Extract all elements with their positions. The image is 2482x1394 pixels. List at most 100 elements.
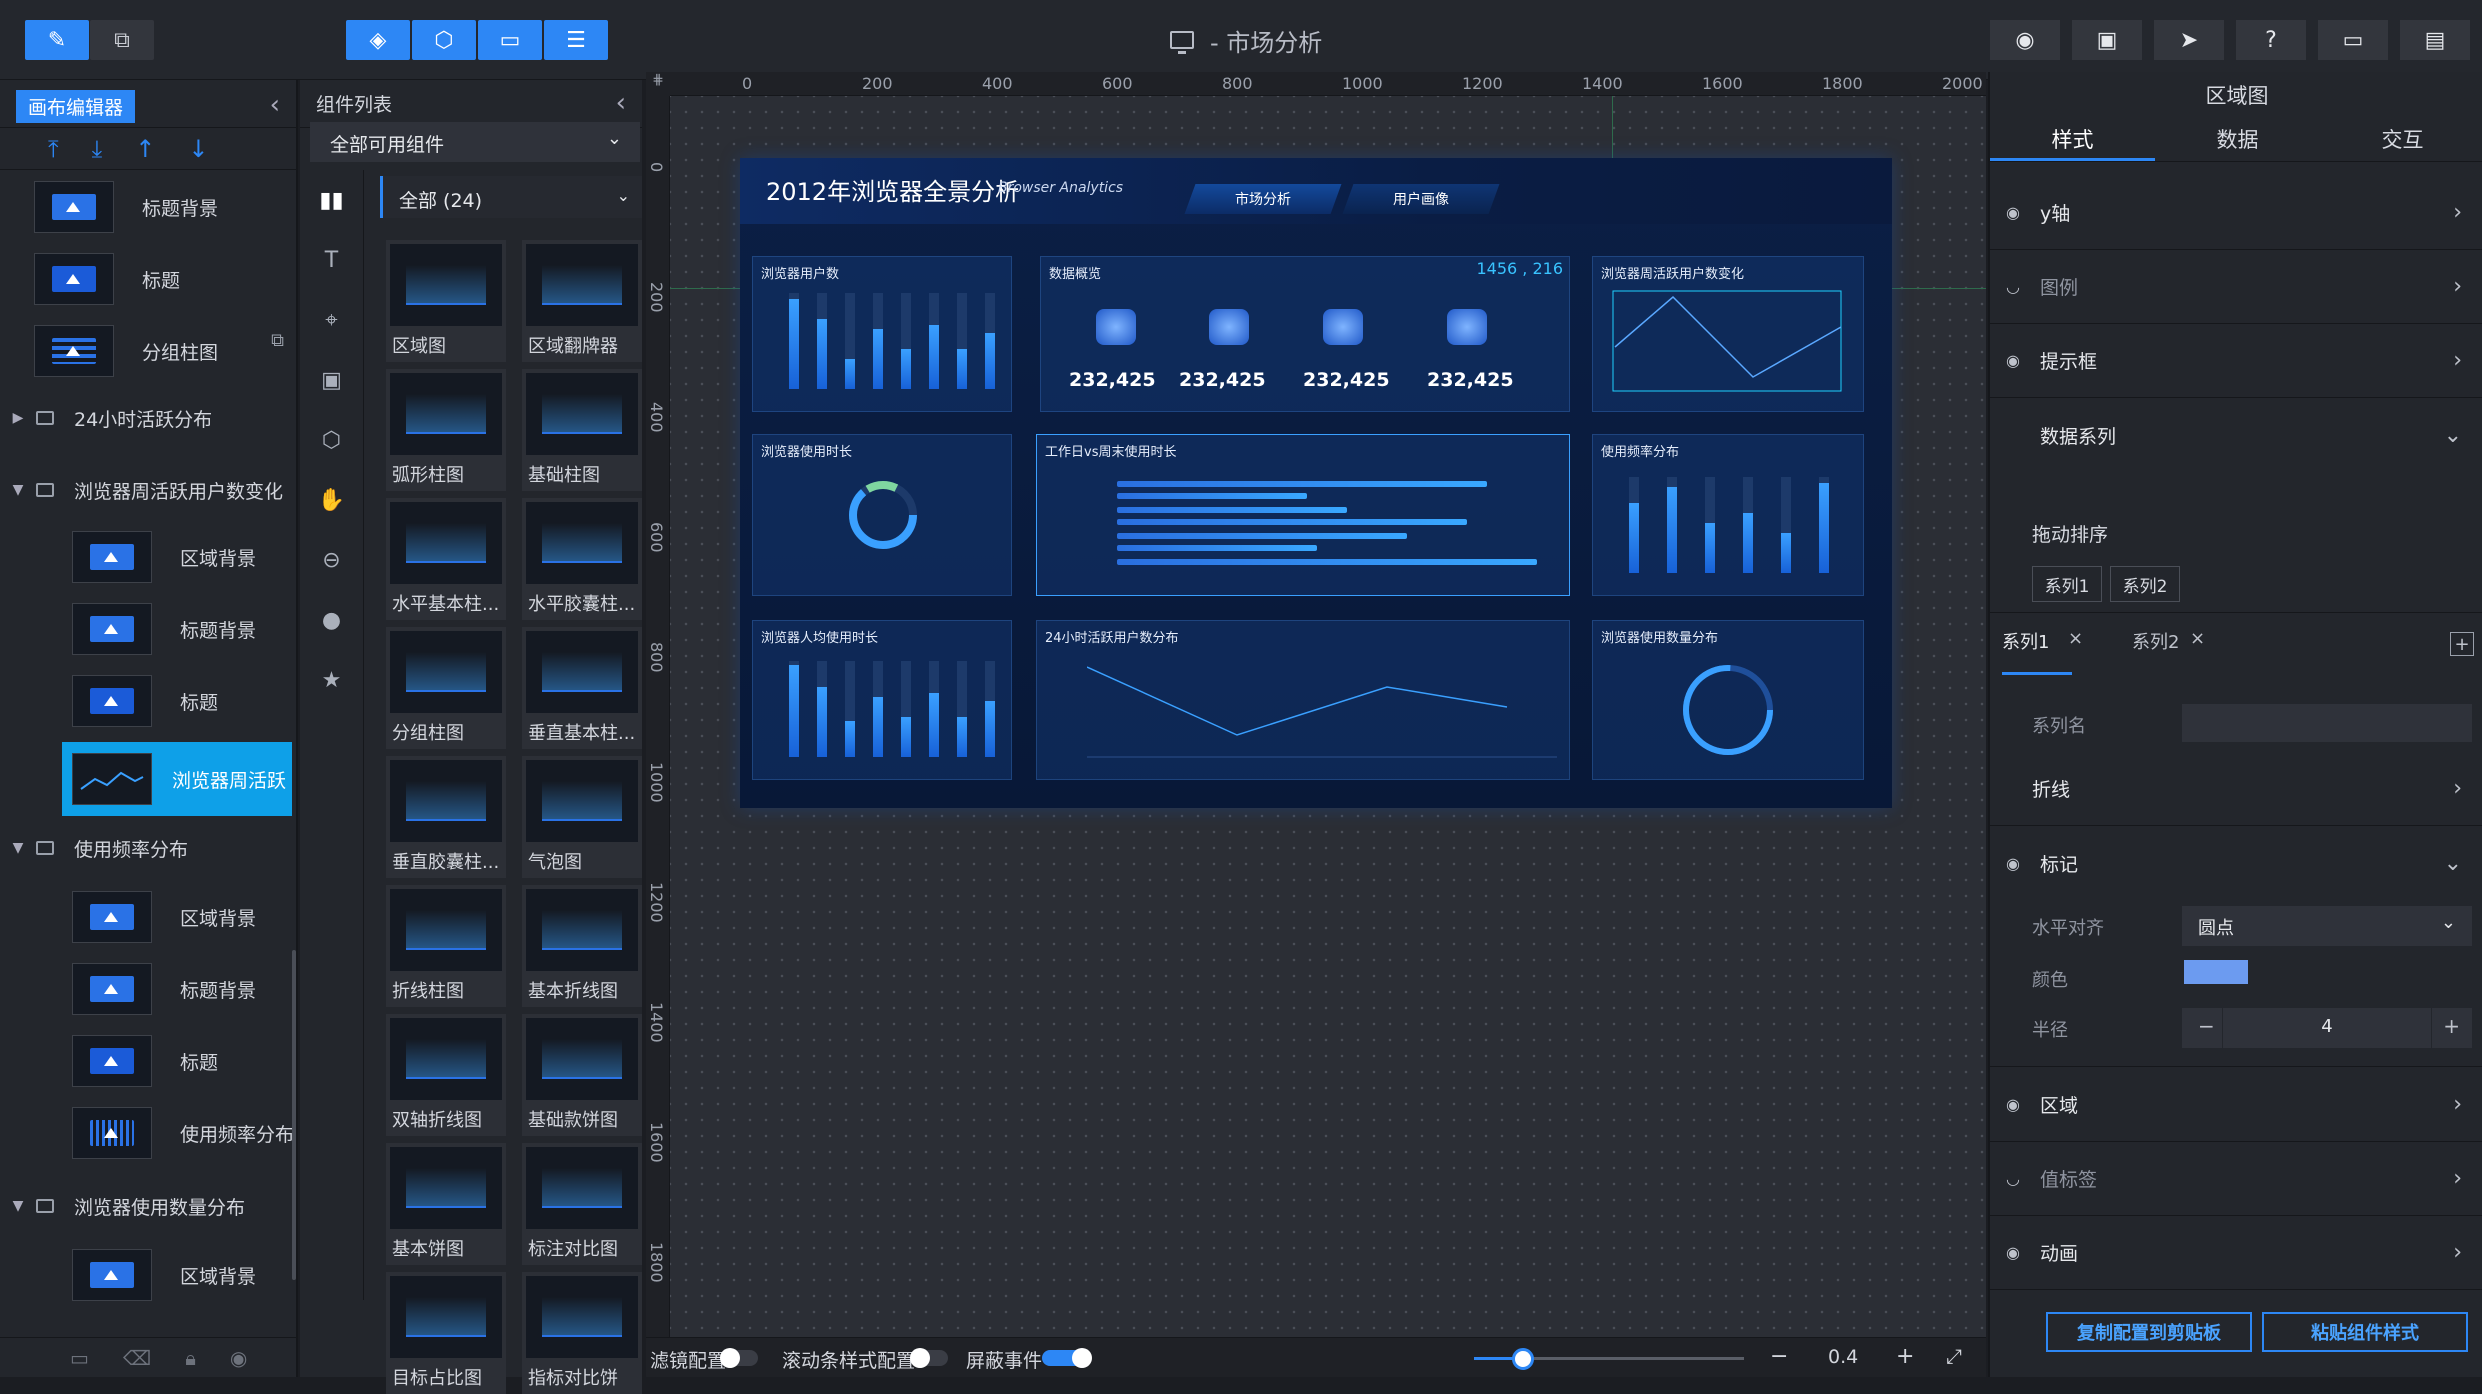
eye-icon[interactable]: ◉ bbox=[2006, 854, 2028, 873]
layer-item[interactable]: 标题 bbox=[0, 666, 296, 736]
layer-item[interactable]: 区域背景 bbox=[0, 522, 296, 592]
cube-icon[interactable]: ⬡ bbox=[412, 20, 476, 60]
layer-item[interactable]: 标题 bbox=[0, 1026, 296, 1096]
component-card[interactable]: 气泡图 bbox=[522, 756, 642, 878]
component-card[interactable]: 水平基本柱... bbox=[386, 498, 506, 620]
minus-circle-icon[interactable]: ⊖ bbox=[300, 530, 363, 590]
series-tab-1[interactable]: 系列1 bbox=[2002, 628, 2049, 654]
component-card[interactable]: 水平胶囊柱... bbox=[522, 498, 642, 620]
component-card[interactable]: 区域翻牌器 bbox=[522, 240, 642, 362]
expand-arrow-icon[interactable]: ▶ bbox=[0, 410, 36, 426]
move-top-icon[interactable]: ↑ bbox=[135, 135, 155, 163]
map-pin-icon[interactable]: ⌖ bbox=[300, 290, 363, 350]
color-swatch[interactable] bbox=[2184, 960, 2248, 984]
help-icon[interactable]: ? bbox=[2236, 20, 2306, 60]
close-icon[interactable]: × bbox=[2068, 628, 2083, 649]
series-name-input[interactable] bbox=[2182, 704, 2472, 742]
section-marker[interactable]: ◉ 标记 ⌄ bbox=[1990, 826, 2482, 900]
section-tooltip[interactable]: ◉ 提示框 › bbox=[1990, 324, 2482, 398]
component-card[interactable]: 标注对比图 bbox=[522, 1143, 642, 1265]
layer-item-selected[interactable]: 浏览器周活跃 bbox=[62, 742, 292, 816]
eye-icon[interactable]: ◉ bbox=[2006, 1243, 2028, 1262]
section-legend[interactable]: ◡ 图例 › bbox=[1990, 250, 2482, 324]
series-tab-2[interactable]: 系列2 bbox=[2132, 628, 2179, 654]
layers-icon[interactable]: ◈ bbox=[346, 20, 410, 60]
block-events-toggle[interactable] bbox=[1042, 1348, 1092, 1368]
component-card[interactable]: 区域图 bbox=[386, 240, 506, 362]
component-card[interactable]: 折线柱图 bbox=[386, 885, 506, 1007]
component-card[interactable]: 垂直胶囊柱... bbox=[386, 756, 506, 878]
tab-style[interactable]: 样式 bbox=[1990, 124, 2155, 154]
collapse-icon[interactable]: ‹ bbox=[270, 90, 280, 120]
cube-icon[interactable]: ⬡ bbox=[300, 410, 363, 470]
fit-screen-icon[interactable]: ⤢ bbox=[1946, 1344, 1962, 1368]
database-icon[interactable]: ☰ bbox=[544, 20, 608, 60]
zoom-slider-handle[interactable] bbox=[1512, 1348, 1534, 1370]
save-icon[interactable]: ▤ bbox=[2400, 20, 2470, 60]
layer-item[interactable]: 标题背景 bbox=[0, 172, 296, 242]
component-card[interactable]: 基本折线图 bbox=[522, 885, 642, 1007]
tab-data[interactable]: 数据 bbox=[2155, 124, 2320, 154]
layer-item[interactable]: 使用频率分布 bbox=[0, 1098, 296, 1168]
panel-icon[interactable]: ▭ bbox=[478, 20, 542, 60]
lock-icon[interactable]: 🔒︎ bbox=[185, 1346, 196, 1370]
series-chip-1[interactable]: 系列1 bbox=[2032, 566, 2102, 602]
user-icon[interactable]: ● bbox=[300, 590, 363, 650]
filter-toggle[interactable] bbox=[720, 1348, 758, 1368]
scrollbar-toggle[interactable] bbox=[910, 1348, 948, 1368]
zoom-out-icon[interactable]: − bbox=[1770, 1344, 1788, 1369]
section-area[interactable]: ◉ 区域 › bbox=[1990, 1068, 2482, 1142]
layer-group[interactable]: ▼ 使用频率分布 bbox=[0, 818, 296, 878]
section-series[interactable]: 数据系列 ⌄ bbox=[1990, 398, 2482, 472]
paste-style-button[interactable]: 粘贴组件样式 bbox=[2262, 1312, 2468, 1352]
component-filter-select[interactable]: 全部可用组件 ⌄ bbox=[310, 122, 640, 162]
section-line[interactable]: 折线 › bbox=[1990, 752, 2482, 826]
record-icon[interactable]: ▣ bbox=[2072, 20, 2142, 60]
dashboard-preview[interactable]: 2012年浏览器全景分析 Browser Analytics 市场分析 用户画像… bbox=[740, 158, 1892, 808]
radius-stepper[interactable]: − 4 + bbox=[2182, 1008, 2472, 1048]
component-card[interactable]: 基本饼图 bbox=[386, 1143, 506, 1265]
series-chip-2[interactable]: 系列2 bbox=[2110, 566, 2180, 602]
move-down-icon[interactable]: ⤓ bbox=[92, 135, 103, 163]
text-icon[interactable]: T bbox=[300, 230, 363, 290]
section-y-axis[interactable]: ◉ y轴 › bbox=[1990, 176, 2482, 250]
align-select[interactable]: 圆点 ⌄ bbox=[2182, 906, 2472, 946]
send-icon[interactable]: ➤ bbox=[2154, 20, 2224, 60]
edit-tab-icon[interactable]: ✎ bbox=[25, 20, 89, 60]
eye-toggle-icon[interactable]: ◉ bbox=[230, 1346, 247, 1370]
layer-item[interactable]: 标题背景 bbox=[0, 954, 296, 1024]
eye-icon[interactable]: ◉ bbox=[1990, 20, 2060, 60]
category-select[interactable]: 全部 (24) ⌄ bbox=[380, 176, 642, 218]
close-icon[interactable]: × bbox=[2190, 628, 2205, 649]
folder-add-icon[interactable]: ▭ bbox=[70, 1346, 89, 1370]
layer-item[interactable]: 区域背景 bbox=[0, 1240, 296, 1310]
section-value-label[interactable]: ◡ 值标签 › bbox=[1990, 1142, 2482, 1216]
zoom-in-icon[interactable]: + bbox=[1896, 1344, 1914, 1369]
component-card[interactable]: 指标对比饼 bbox=[522, 1272, 642, 1394]
bar-chart-icon[interactable]: ▮▮ bbox=[300, 170, 363, 230]
component-card[interactable]: 垂直基本柱... bbox=[522, 627, 642, 749]
move-bottom-icon[interactable]: ↓ bbox=[188, 135, 208, 163]
collapse-arrow-icon[interactable]: ▼ bbox=[0, 840, 36, 856]
collapse-arrow-icon[interactable]: ▼ bbox=[0, 1198, 36, 1214]
layers-scrollbar[interactable] bbox=[292, 950, 296, 1280]
tab-interaction[interactable]: 交互 bbox=[2320, 124, 2482, 154]
layer-item[interactable]: 区域背景 bbox=[0, 882, 296, 952]
component-card[interactable]: 双轴折线图 bbox=[386, 1014, 506, 1136]
layer-item[interactable]: 标题 bbox=[0, 244, 296, 314]
move-up-icon[interactable]: ⤒ bbox=[48, 135, 59, 163]
dashboard-tab-user[interactable]: 用户画像 bbox=[1342, 184, 1500, 214]
component-card[interactable]: 基础柱图 bbox=[522, 369, 642, 491]
eye-icon[interactable]: ◉ bbox=[2006, 203, 2028, 222]
star-icon[interactable]: ★ bbox=[300, 650, 363, 710]
eye-off-icon[interactable]: ◡ bbox=[2006, 1169, 2028, 1188]
eye-off-icon[interactable]: ◡ bbox=[2006, 277, 2028, 296]
copy-config-button[interactable]: 复制配置到剪贴板 bbox=[2046, 1312, 2252, 1352]
dashboard-tab-market[interactable]: 市场分析 bbox=[1184, 184, 1342, 214]
collapse-icon[interactable]: ‹ bbox=[616, 88, 626, 118]
ruler-corner-icon[interactable]: ⋕ bbox=[646, 72, 670, 96]
trash-icon[interactable]: ⌫ bbox=[123, 1346, 151, 1370]
layout-tab-icon[interactable]: ⧉ bbox=[90, 20, 154, 60]
eye-icon[interactable]: ◉ bbox=[2006, 351, 2028, 370]
interaction-icon[interactable]: ✋ bbox=[300, 470, 363, 530]
